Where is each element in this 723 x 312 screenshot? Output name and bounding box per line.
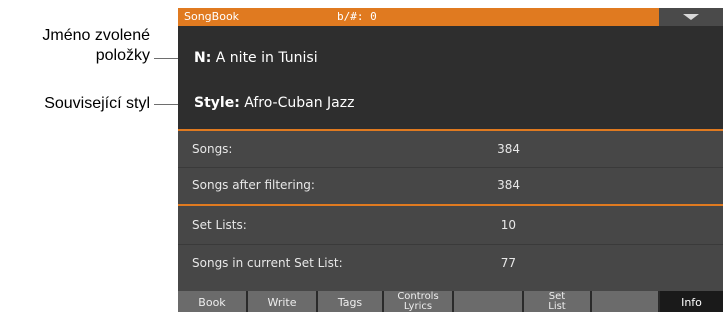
tab-lyrics-label: Lyrics — [403, 301, 433, 312]
songbook-screen: SongBook b/#: 0 N: A nite in Tunisi Styl… — [178, 8, 723, 312]
page-menu-button[interactable] — [659, 8, 723, 26]
page-title: SongBook — [184, 10, 240, 23]
tab-bar: Book Write Tags Controls Lyrics Set List… — [178, 291, 723, 312]
filtered-label: Songs after filtering: — [192, 178, 315, 192]
tab-info[interactable]: Info — [660, 291, 723, 312]
tab-tags[interactable]: Tags — [318, 291, 382, 312]
stat-row-setlists: Set Lists: 10 — [178, 211, 723, 239]
stats-panel: Songs: 384 Songs after filtering: 384 Se… — [178, 131, 723, 291]
title-bar: SongBook b/#: 0 — [178, 8, 723, 26]
style-label: Style: — [194, 95, 240, 111]
setlists-value: 10 — [500, 218, 516, 232]
current-label: Songs in current Set List: — [192, 256, 343, 270]
selected-item-name: N: A nite in Tunisi — [194, 50, 318, 66]
name-label: N: — [194, 50, 212, 66]
tab-empty — [454, 291, 522, 312]
tab-empty — [592, 291, 658, 312]
callout-selected-name: Jméno zvolené položky — [0, 26, 150, 66]
tab-write[interactable]: Write — [248, 291, 316, 312]
chevron-down-icon — [683, 14, 699, 20]
divider-middle — [178, 204, 723, 206]
tab-controls-lyrics[interactable]: Controls Lyrics — [384, 291, 452, 312]
row-separator — [178, 167, 723, 168]
setlists-label: Set Lists: — [192, 218, 247, 232]
callout-selected-name-line1: Jméno zvolené — [42, 27, 150, 44]
callout-selected-name-line2: položky — [95, 47, 150, 64]
tab-set-list[interactable]: Set List — [524, 291, 590, 312]
current-value: 77 — [500, 256, 516, 270]
row-separator — [178, 244, 723, 245]
stat-row-filtered: Songs after filtering: 384 — [178, 171, 723, 199]
key-signature: b/#: 0 — [337, 10, 377, 23]
stat-row-current: Songs in current Set List: 77 — [178, 249, 723, 277]
callout-related-style: Související styl — [44, 95, 150, 112]
tab-list-label: List — [548, 301, 566, 312]
songs-value: 384 — [497, 142, 520, 156]
related-style: Style: Afro-Cuban Jazz — [194, 95, 354, 111]
songs-label: Songs: — [192, 142, 233, 156]
tab-book[interactable]: Book — [178, 291, 246, 312]
name-value: A nite in Tunisi — [215, 50, 318, 66]
style-value: Afro-Cuban Jazz — [244, 95, 355, 111]
filtered-value: 384 — [497, 178, 520, 192]
stat-row-songs: Songs: 384 — [178, 135, 723, 163]
